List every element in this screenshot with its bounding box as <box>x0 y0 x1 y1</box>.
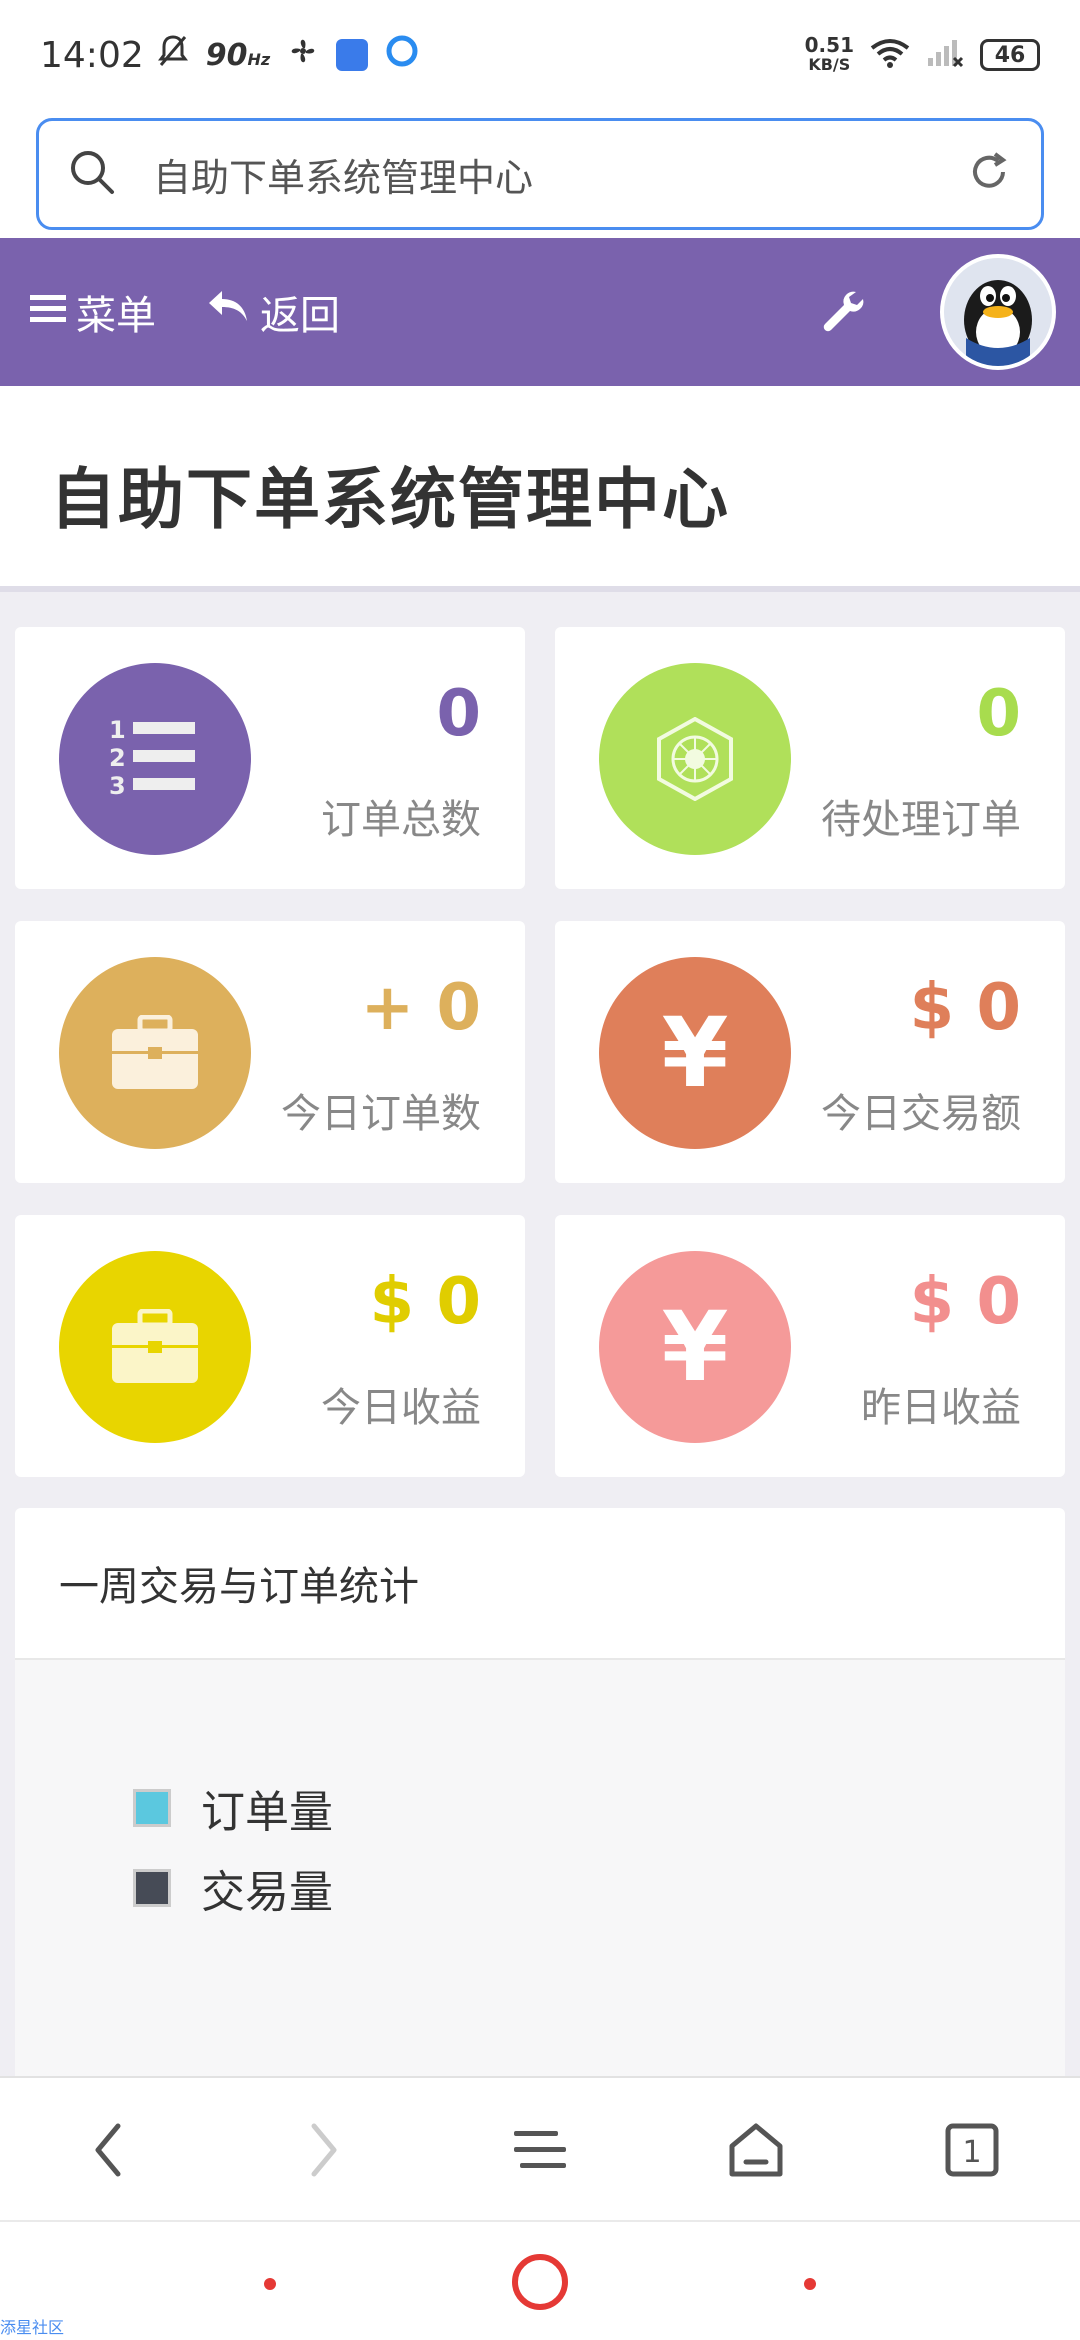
stat-card-yesterday-earnings[interactable]: ¥ $ 0 昨日收益 <box>555 1215 1065 1477</box>
wrench-icon[interactable] <box>820 288 866 338</box>
briefcase-icon <box>59 957 251 1149</box>
hexagon-icon <box>599 663 791 855</box>
menu-button[interactable]: 菜单 <box>30 283 156 341</box>
status-icons-left: 90Hz <box>157 34 418 76</box>
status-time: 14:02 <box>40 34 144 76</box>
back-button[interactable]: 返回 <box>206 283 340 341</box>
back-label: 返回 <box>260 293 340 339</box>
legend-swatch <box>133 1869 171 1907</box>
stat-value: $ 0 <box>369 1265 481 1339</box>
wifi-icon <box>870 38 910 72</box>
svg-text:3: 3 <box>109 772 126 800</box>
stat-card-today-orders[interactable]: + 0 今日订单数 <box>15 921 525 1183</box>
stat-label: 订单总数 <box>321 797 481 843</box>
chart-area: 订单量 交易量 <box>15 1660 1065 2076</box>
svg-text:1: 1 <box>109 716 126 744</box>
silent-alarm-icon <box>157 34 188 76</box>
back-dot[interactable] <box>804 2278 816 2290</box>
home-button[interactable] <box>512 2254 568 2310</box>
hamburger-icon <box>30 289 66 335</box>
legend-item-orders[interactable]: 订单量 <box>133 1776 333 1840</box>
yen-icon: ¥ <box>599 957 791 1149</box>
briefcase-icon <box>59 1251 251 1443</box>
page-header: 自助下单系统管理中心 <box>0 386 1080 592</box>
watermark: 添星社区 <box>0 2318 65 2337</box>
menu-label: 菜单 <box>76 293 156 339</box>
network-speed: 0.51 KB/S <box>804 33 854 74</box>
ordered-list-icon: 1 2 3 <box>59 663 251 855</box>
top-navigation: 菜单 返回 <box>0 238 1080 386</box>
tabs-count-icon[interactable]: 1 <box>934 2112 1010 2188</box>
search-input[interactable]: 自助下单系统管理中心 <box>36 118 1044 230</box>
menu-lines-icon[interactable] <box>502 2112 578 2188</box>
search-icon <box>67 147 117 201</box>
stat-value: 0 <box>436 677 481 751</box>
screen: 14:02 90Hz 0.51 KB/S 46 自助下单系统管理中心 菜单 返回… <box>0 0 1080 2340</box>
stat-card-pending-orders[interactable]: 0 待处理订单 <box>555 627 1065 889</box>
page-title: 自助下单系统管理中心 <box>50 461 730 538</box>
legend-item-volume[interactable]: 交易量 <box>133 1856 333 1920</box>
reply-arrow-icon <box>206 289 250 335</box>
home-icon[interactable] <box>718 2112 794 2188</box>
stat-value: 0 <box>976 677 1021 751</box>
search-text: 自助下单系统管理中心 <box>153 155 534 200</box>
forward-arrow-icon[interactable] <box>286 2112 362 2188</box>
stat-label: 待处理订单 <box>821 797 1021 843</box>
stat-value: + 0 <box>360 971 481 1045</box>
stat-label: 今日订单数 <box>281 1091 481 1137</box>
stat-card-total-orders[interactable]: 1 2 3 0 订单总数 <box>15 627 525 889</box>
browser-notification-icon <box>386 35 418 75</box>
stat-label: 昨日收益 <box>861 1385 1021 1431</box>
weekly-stats-panel: 一周交易与订单统计 订单量 交易量 <box>15 1508 1065 2076</box>
fan-icon <box>288 36 318 74</box>
legend-label: 订单量 <box>201 1787 333 1838</box>
yen-icon: ¥ <box>599 1251 791 1443</box>
stat-value: $ 0 <box>909 971 1021 1045</box>
refresh-icon[interactable] <box>965 148 1013 200</box>
battery-indicator: 46 <box>980 39 1040 71</box>
svg-text:2: 2 <box>109 744 126 772</box>
svg-text:1: 1 <box>962 2135 981 2170</box>
user-avatar[interactable] <box>940 254 1056 370</box>
stat-label: 今日交易额 <box>821 1091 1021 1137</box>
system-navigation-bar: 添星社区 <box>0 2220 1080 2340</box>
stat-label: 今日收益 <box>321 1385 481 1431</box>
browser-toolbar: 1 <box>0 2076 1080 2220</box>
app-notification-icon <box>336 39 369 71</box>
panel-title: 一周交易与订单统计 <box>15 1508 1065 1660</box>
legend-label: 交易量 <box>201 1867 333 1918</box>
status-bar: 14:02 90Hz 0.51 KB/S 46 <box>0 0 1080 110</box>
stat-value: $ 0 <box>909 1265 1021 1339</box>
cellular-signal-icon <box>926 38 964 72</box>
recent-apps-dot[interactable] <box>264 2278 276 2290</box>
stat-card-today-volume[interactable]: ¥ $ 0 今日交易额 <box>555 921 1065 1183</box>
legend-swatch <box>133 1789 171 1827</box>
status-icons-right: 0.51 KB/S 46 <box>805 35 1040 75</box>
back-arrow-icon[interactable] <box>70 2112 146 2188</box>
refresh-rate: 90Hz <box>205 37 271 73</box>
address-bar-container: 自助下单系统管理中心 <box>0 110 1080 238</box>
stat-card-today-earnings[interactable]: $ 0 今日收益 <box>15 1215 525 1477</box>
